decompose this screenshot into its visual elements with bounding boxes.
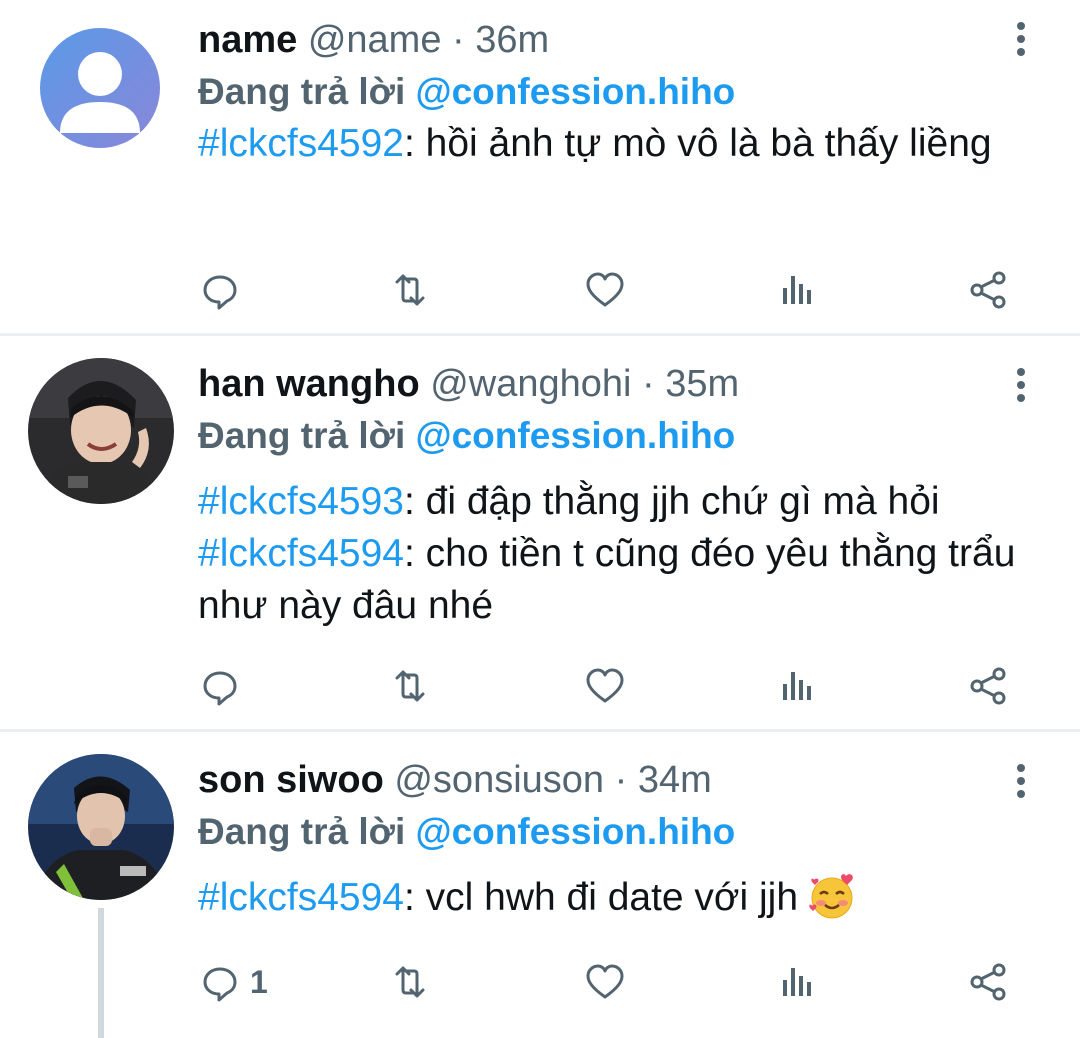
share-icon [970,271,1006,309]
retweet-icon [395,670,425,702]
tweet-header: han wangho @wanghohi · 35m [198,364,739,404]
share-button[interactable] [966,664,1010,708]
views-icon [783,968,811,996]
separator: · [614,759,628,801]
tweet-header: son siwoo @sonsiuson · 34m [198,760,712,800]
like-icon [586,272,624,307]
tweet-header: name @name · 36m [198,20,549,60]
mention-link[interactable]: @confession.hiho [416,811,736,852]
reply-button[interactable] [198,664,250,708]
retweet-icon [395,274,425,306]
handle[interactable]: @wanghohi [430,363,631,405]
replying-to: Đang trả lời @confession.hiho [198,812,735,852]
views-icon [783,672,811,700]
reply-icon [203,671,237,706]
separator: · [452,19,465,61]
timestamp[interactable]: 34m [638,759,712,801]
share-button[interactable] [966,268,1010,312]
more-icon[interactable] [1006,22,1036,58]
retweet-button[interactable] [388,664,432,708]
retweet-button[interactable] [388,960,432,1004]
reply-button[interactable]: 1 [198,960,268,1004]
tweet[interactable]: han wangho @wanghohi · 35m Đang trả lời … [0,336,1080,729]
views-button[interactable] [774,664,818,708]
tweet-text: #lckcfs4593: đi đập thằng jjh chứ gì mà … [198,476,1048,632]
replying-to-label: Đang trả lời [198,811,406,852]
display-name[interactable]: son siwoo [198,759,384,801]
separator: · [642,363,655,405]
reply-button[interactable] [198,268,250,312]
views-button[interactable] [774,268,818,312]
more-icon[interactable] [1006,368,1036,404]
timestamp[interactable]: 35m [665,363,739,405]
hashtag-link[interactable]: #lckcfs4594 [198,532,404,575]
tweet-text-line: : vcl hwh đi date với jjh [403,876,799,919]
more-icon[interactable] [1006,764,1036,800]
share-icon [970,963,1006,1001]
like-icon [586,964,624,999]
replying-to-label: Đang trả lời [198,71,406,112]
hashtag-link[interactable]: #lckcfs4593 [198,480,404,523]
retweet-icon [395,966,425,998]
avatar[interactable] [28,358,174,504]
tweet[interactable]: son siwoo @sonsiuson · 34m Đang trả lời … [0,732,1080,1038]
tweet[interactable]: name @name · 36m Đang trả lời @confessio… [0,0,1080,334]
replying-to: Đang trả lời @confession.hiho [198,72,735,112]
like-button[interactable] [583,664,627,708]
like-icon [586,668,624,703]
tweet-text: #lckcfs4594: vcl hwh đi date với jjh [198,872,1048,924]
mention-link[interactable]: @confession.hiho [416,415,736,456]
hashtag-link[interactable]: #lckcfs4592 [198,122,404,165]
action-bar: 1 [198,960,1028,1004]
timestamp[interactable]: 36m [475,19,549,61]
handle[interactable]: @name [308,19,442,61]
action-bar [198,268,1028,312]
hashtag-link[interactable]: #lckcfs4594 [198,876,404,919]
tweet-text-line: : hồi ảnh tự mò vô là bà thấy liềng [403,122,992,165]
display-name[interactable]: han wangho [198,363,420,405]
avatar[interactable] [40,28,160,148]
replying-to-label: Đang trả lời [198,415,406,456]
tweet-text: #lckcfs4592: hồi ảnh tự mò vô là bà thấy… [198,118,1048,170]
views-icon [783,276,811,304]
display-name[interactable]: name [198,19,297,61]
like-button[interactable] [583,960,627,1004]
replying-to: Đang trả lời @confession.hiho [198,416,735,456]
reply-icon [203,275,237,310]
avatar[interactable] [28,754,174,900]
smiling-face-with-hearts-emoji [809,874,853,919]
action-bar [198,664,1028,708]
tweet-text-line: : đi đập thằng jjh chứ gì mà hỏi [403,480,940,523]
share-button[interactable] [966,960,1010,1004]
thread-connector [98,908,104,1038]
handle[interactable]: @sonsiuson [394,759,604,801]
retweet-button[interactable] [388,268,432,312]
like-button[interactable] [583,268,627,312]
mention-link[interactable]: @confession.hiho [416,71,736,112]
share-icon [970,667,1006,705]
reply-count: 1 [250,963,268,1000]
reply-icon [203,967,237,1002]
views-button[interactable] [774,960,818,1004]
